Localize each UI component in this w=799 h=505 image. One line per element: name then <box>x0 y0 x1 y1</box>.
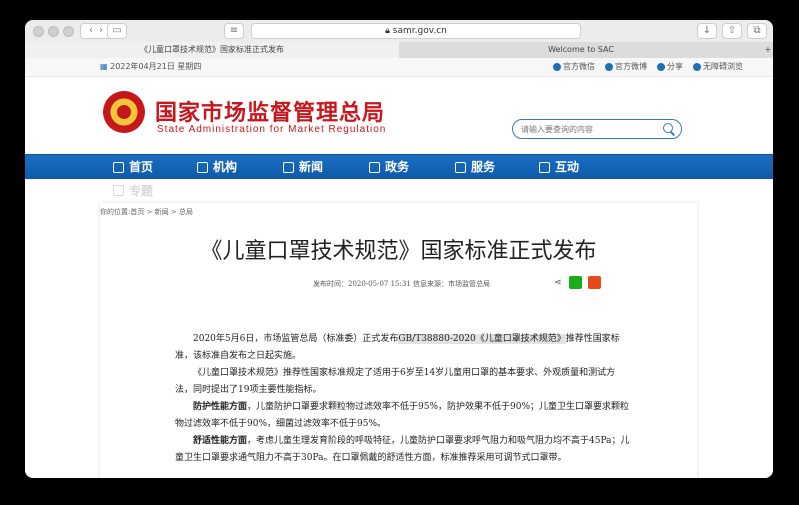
share-button[interactable]: ⇧ <box>722 23 742 39</box>
page-content: ▦ 2022年04月21日 星期四 官方微信 官方微博 分享 无障碍浏览 国家市… <box>25 58 773 478</box>
article-share-bar: ⋖ <box>553 276 601 289</box>
breadcrumb[interactable]: 你的位置:首页 > 新闻 > 总局 <box>100 207 193 217</box>
reader-icon: ≡ <box>229 25 239 36</box>
wechat-icon <box>553 62 561 71</box>
nav-topics-overflow[interactable]: 专题 <box>113 182 153 199</box>
site-title-en: State Administration for Market Regulati… <box>157 124 387 135</box>
tabs-overview-button[interactable]: ⧉ <box>747 23 767 39</box>
accessibility-link[interactable]: 无障碍浏览 <box>693 61 743 72</box>
accessibility-icon <box>693 62 701 71</box>
tab-article[interactable]: 《儿童口罩技术规范》国家标准正式发布 <box>25 42 399 58</box>
home-icon <box>113 161 124 173</box>
browser-window: ‹ › ▭ ≡ 🔒︎ samr.gov.cn ↓ ⇧ ⧉ 《儿童口罩技术规范》国… <box>25 20 773 478</box>
wechat-share-icon[interactable] <box>569 276 582 289</box>
site-title-cn[interactable]: 国家市场监督管理总局 <box>155 95 385 127</box>
share-icon[interactable]: ⋖ <box>553 278 563 288</box>
weibo-share-icon[interactable] <box>588 276 601 289</box>
national-emblem-logo[interactable] <box>103 91 145 133</box>
back-icon[interactable]: ‹ <box>89 25 93 36</box>
weibo-icon <box>605 62 613 71</box>
topics-icon <box>113 185 124 196</box>
main-nav: 首页 机构 新闻 政务 服务 互动 <box>25 154 773 179</box>
minimize-window-button[interactable] <box>48 26 59 37</box>
nav-home[interactable]: 首页 <box>113 155 153 179</box>
news-icon <box>283 161 294 173</box>
article-title: 《儿童口罩技术规范》国家标准正式发布 <box>200 239 597 264</box>
forward-icon[interactable]: › <box>99 25 103 36</box>
government-icon <box>369 161 380 173</box>
top-utility-bar: ▦ 2022年04月21日 星期四 官方微信 官方微博 分享 无障碍浏览 <box>25 58 773 77</box>
tab-sac[interactable]: Welcome to SAC <box>399 42 763 58</box>
new-tab-button[interactable]: + <box>763 42 773 58</box>
address-text: samr.gov.cn <box>392 26 447 36</box>
tabs-icon: ⧉ <box>753 25 761 36</box>
download-icon: ↓ <box>702 25 712 36</box>
paragraph: 2020年5月6日，市场监管总局（标准委）正式发布GB/T38880-2020《… <box>175 334 620 361</box>
nav-organization[interactable]: 机构 <box>197 155 237 179</box>
downloads-button[interactable]: ↓ <box>697 23 717 39</box>
search-input[interactable] <box>521 122 661 136</box>
weibo-link[interactable]: 官方微博 <box>605 61 647 72</box>
search-icon[interactable] <box>663 123 673 133</box>
date-text: 2022年04月21日 星期四 <box>110 62 202 71</box>
close-window-button[interactable] <box>33 26 44 37</box>
article-meta: 发布时间：2020-05-07 15:31 信息来源：市场监管总局 <box>313 280 490 288</box>
highlighted-standard: GB/T38880-2020《儿童口罩技术规范》 <box>398 334 566 344</box>
title-bar: ‹ › ▭ ≡ 🔒︎ samr.gov.cn ↓ ⇧ ⧉ <box>25 20 773 43</box>
calendar-icon: ▦ <box>100 62 108 71</box>
sidebar-toggle-button[interactable]: ▭ <box>107 23 127 39</box>
share-link[interactable]: 分享 <box>657 61 683 72</box>
paragraph: 舒适性能方面，考虑儿童生理发育阶段的呼吸特征，儿童防护口罩要求呼气阻力和吸气阻力… <box>175 436 630 463</box>
search-box <box>512 119 682 139</box>
wechat-link[interactable]: 官方微信 <box>553 61 595 72</box>
paragraph: 防护性能方面，儿童防护口罩要求颗粒物过滤效率不低于95%，防护效果不低于90%；… <box>175 402 630 429</box>
share-icon <box>657 62 665 71</box>
lock-icon: 🔒︎ <box>385 26 390 36</box>
site-header: 国家市场监督管理总局 State Administration for Mark… <box>25 77 773 154</box>
heart-icon <box>455 161 466 173</box>
share-icon: ⇧ <box>727 25 737 36</box>
utility-links: 官方微信 官方微博 分享 无障碍浏览 <box>553 61 743 72</box>
nav-services[interactable]: 服务 <box>455 155 495 179</box>
nav-government-affairs[interactable]: 政务 <box>369 155 409 179</box>
zoom-window-button[interactable] <box>63 26 74 37</box>
nav-news[interactable]: 新闻 <box>283 155 323 179</box>
reader-button[interactable]: ≡ <box>224 23 244 39</box>
paragraph: 《儿童口罩技术规范》推荐性国家标准规定了适用于6岁至14岁儿童用口罩的基本要求、… <box>175 368 616 395</box>
article-body: 2020年5月6日，市场监管总局（标准委）正式发布GB/T38880-2020《… <box>175 331 630 467</box>
tab-bar: 《儿童口罩技术规范》国家标准正式发布 Welcome to SAC + <box>25 42 773 59</box>
address-bar[interactable]: 🔒︎ samr.gov.cn <box>251 23 581 39</box>
nav-interaction[interactable]: 互动 <box>539 155 579 179</box>
article-panel: 你的位置:首页 > 新闻 > 总局 《儿童口罩技术规范》国家标准正式发布 发布时… <box>100 203 697 478</box>
current-date: ▦ 2022年04月21日 星期四 <box>100 61 201 72</box>
sidebar-icon: ▭ <box>112 25 122 36</box>
exchange-icon <box>539 161 550 173</box>
org-chart-icon <box>197 161 208 173</box>
